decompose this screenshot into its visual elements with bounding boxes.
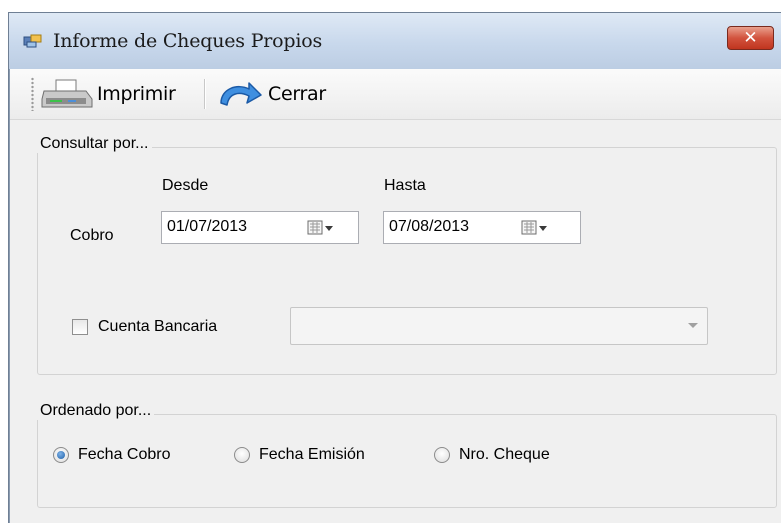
to-date-value: 07/08/2013 xyxy=(389,218,470,235)
calendar-dropdown-icon[interactable] xyxy=(521,220,549,236)
to-date-picker[interactable]: 07/08/2013 xyxy=(383,211,581,244)
radio-nro-cheque-label: Nro. Cheque xyxy=(459,446,550,463)
radio-fecha-cobro-label: Fecha Cobro xyxy=(78,446,171,463)
window-close-button[interactable]: ✕ xyxy=(727,26,774,50)
report-window: Informe de Cheques Propios ✕ Imprimir Ce… xyxy=(8,12,781,523)
from-date-value: 01/07/2013 xyxy=(167,218,248,235)
query-group-legend: Consultar por... xyxy=(37,135,152,153)
bank-account-checkbox[interactable] xyxy=(72,319,88,335)
collection-label: Cobro xyxy=(70,227,114,244)
close-button-label: Cerrar xyxy=(268,83,326,105)
radio-fecha-emision[interactable] xyxy=(234,447,250,463)
radio-fecha-emision-label: Fecha Emisión xyxy=(259,446,365,463)
printer-icon xyxy=(41,79,93,108)
window-client-area: Imprimir Cerrar Consultar por... Desde H… xyxy=(9,69,781,523)
chevron-down-icon xyxy=(688,323,698,328)
toolbar: Imprimir Cerrar xyxy=(10,69,781,120)
radio-nro-cheque[interactable] xyxy=(434,447,450,463)
radio-fecha-cobro[interactable] xyxy=(53,447,69,463)
calendar-dropdown-icon[interactable] xyxy=(307,220,335,236)
close-button[interactable]: Cerrar xyxy=(215,76,326,112)
print-button[interactable]: Imprimir xyxy=(40,76,176,112)
to-label: Hasta xyxy=(384,177,426,194)
bank-account-label: Cuenta Bancaria xyxy=(98,318,218,335)
window-title: Informe de Cheques Propios xyxy=(53,30,323,52)
toolbar-separator xyxy=(204,79,206,109)
from-date-picker[interactable]: 01/07/2013 xyxy=(161,211,359,244)
from-label: Desde xyxy=(162,177,209,194)
window-app-icon xyxy=(23,34,42,48)
print-button-label: Imprimir xyxy=(97,83,176,105)
title-bar[interactable]: Informe de Cheques Propios ✕ xyxy=(9,13,781,69)
toolbar-grip[interactable] xyxy=(31,77,34,111)
order-group-legend: Ordenado por... xyxy=(37,402,155,420)
redo-arrow-icon xyxy=(220,82,262,106)
bank-account-select[interactable] xyxy=(290,307,708,345)
